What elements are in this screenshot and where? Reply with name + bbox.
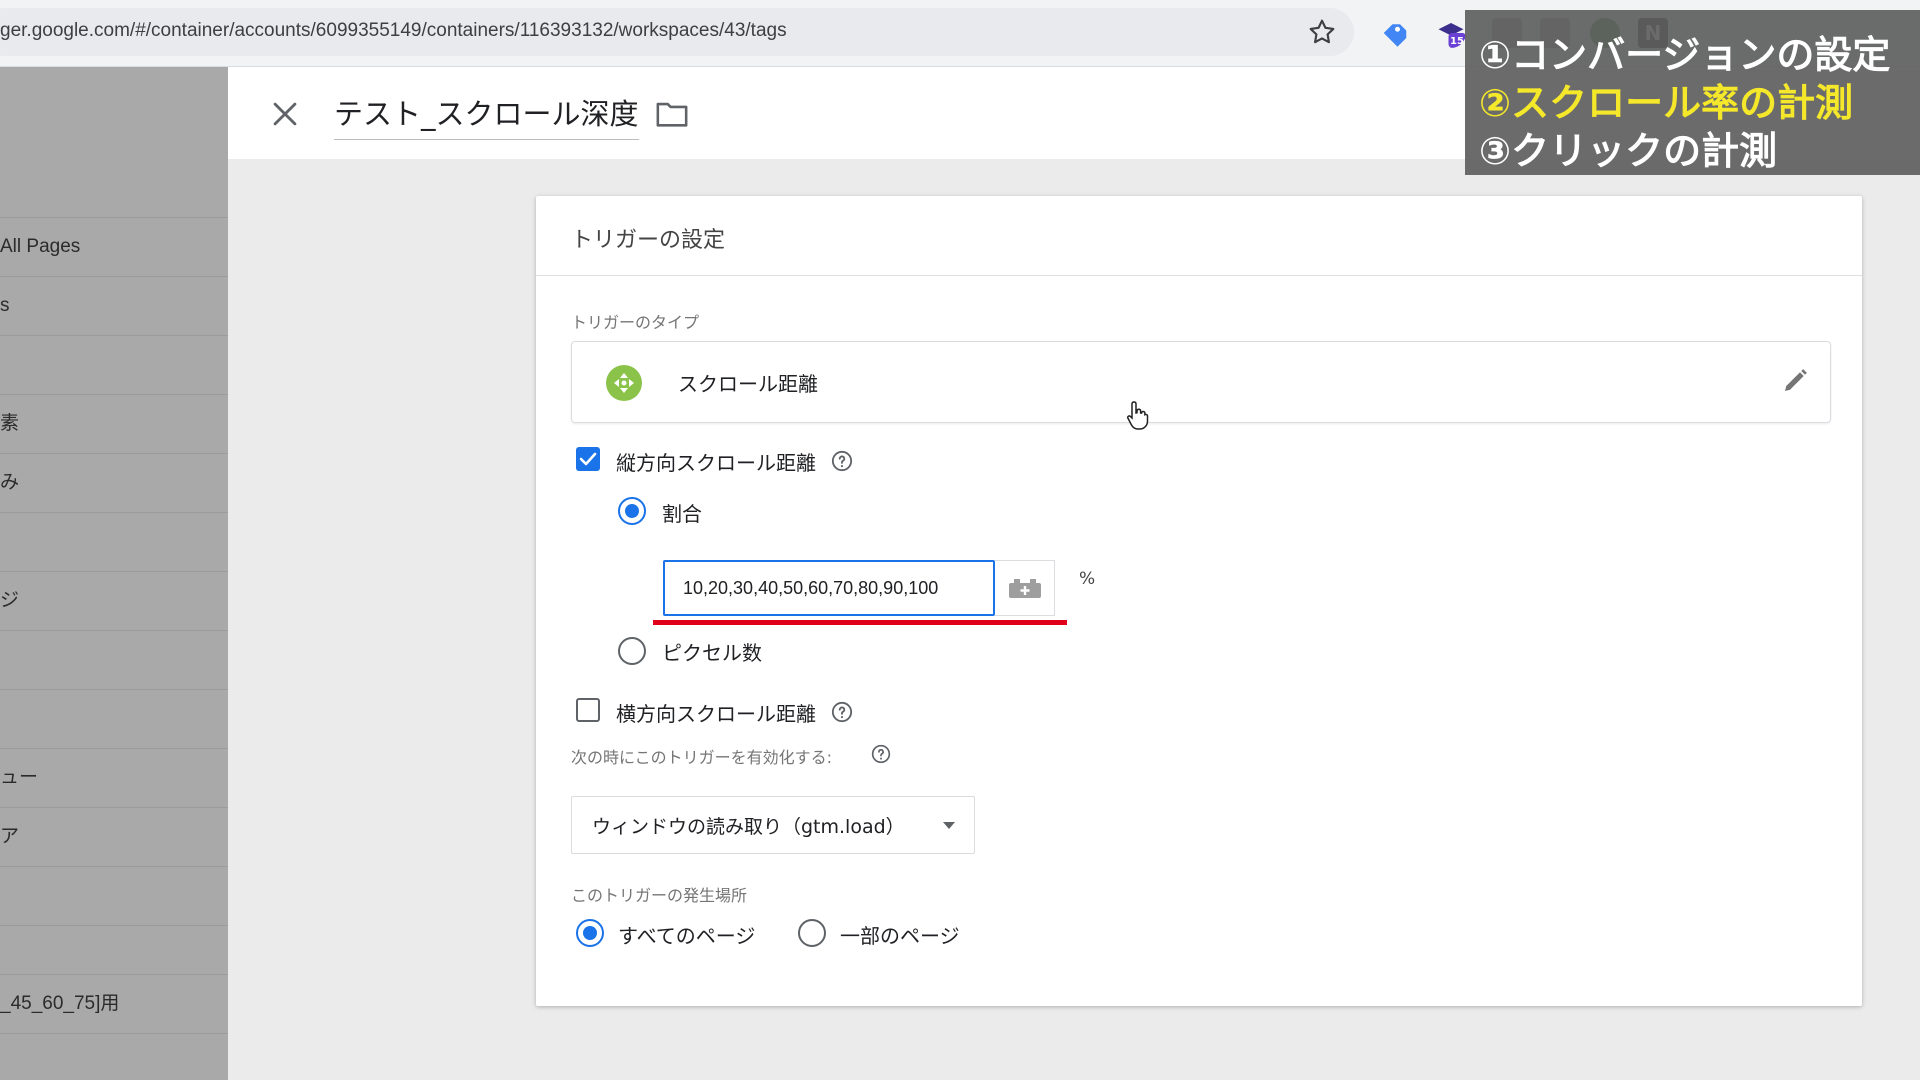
horizontal-scroll-label: 横方向スクロール距離 [616,702,816,726]
close-icon[interactable] [268,97,302,131]
tag-editor: テスト_スクロール深度 トリガーの設定 トリガーのタイプ スクロール距離 縦方向… [228,67,1920,1080]
hand-cursor-icon [1127,401,1149,430]
enable-when-value: ウィンドウの読み取り（gtm.load） [592,816,905,838]
sidebar-item[interactable] [0,159,228,218]
sidebar-item[interactable] [0,690,228,749]
caption-line-2-highlighted: ②スクロール率の計測 [1479,81,1854,125]
vertical-scroll-label: 縦方向スクロール距離 [616,451,816,475]
card-header: トリガーの設定 [536,196,1862,276]
url-text[interactable]: ger.google.com/#/container/accounts/6099… [0,20,787,42]
fires-on-label: このトリガーの発生場所 [571,886,748,905]
vertical-scroll-checkbox[interactable] [576,447,600,471]
tag-assistant-icon[interactable] [1380,18,1410,48]
percentage-label: 割合 [662,502,702,526]
checkmark-icon [579,452,597,466]
trigger-config-card: トリガーの設定 トリガーのタイプ スクロール距離 縦方向スクロール距離 割合 1… [536,196,1862,1006]
dropdown-arrow-icon [943,822,955,829]
horizontal-scroll-checkbox[interactable] [576,698,600,722]
tag-name-input[interactable]: テスト_スクロール深度 [334,91,639,140]
insert-variable-button[interactable] [995,560,1055,616]
sidebar-item[interactable]: s [0,277,228,336]
percentage-radio[interactable] [618,497,646,525]
sidebar-item[interactable]: み [0,454,228,513]
sidebar-item[interactable] [0,336,228,395]
sidebar-item[interactable]: 素 [0,395,228,454]
all-pages-label: すべてのページ [618,924,756,948]
highlight-underline [653,620,1067,625]
enable-when-label: 次の時にこのトリガーを有効化する: [571,748,833,767]
all-pages-radio[interactable] [576,919,604,947]
some-pages-radio[interactable] [798,919,826,947]
sidebar-item[interactable]: _45_60_75]用 [0,974,228,1034]
pixels-radio[interactable] [618,637,646,665]
some-pages-label: 一部のページ [840,924,960,948]
extension-badge: 15 [1450,36,1464,47]
caption-line-1: ①コンバージョンの設定 [1479,33,1891,77]
trigger-type-name: スクロール距離 [678,372,818,396]
pencil-edit-icon[interactable] [1780,366,1810,396]
trigger-type-selector[interactable]: スクロール距離 [571,341,1831,423]
sidebar-item[interactable] [0,513,228,572]
sidebar-item[interactable]: ア [0,808,228,867]
percent-unit: % [1079,569,1096,589]
variable-brick-icon [1009,579,1041,598]
sidebar-item[interactable] [0,631,228,690]
sidebar: All Pages s 素 み ジ ュー ア _45_60_75]用 [0,67,228,1080]
enable-when-select[interactable]: ウィンドウの読み取り（gtm.load） [571,796,975,854]
bookmark-star-icon[interactable] [1306,16,1338,48]
percentages-input[interactable]: 10,20,30,40,50,60,70,80,90,100 [663,560,995,616]
sidebar-item[interactable]: ュー [0,749,228,808]
sidebar-item[interactable] [0,867,228,926]
folder-icon[interactable] [655,99,689,129]
scroll-depth-icon [606,365,642,401]
caption-overlay: ①コンバージョンの設定 ②スクロール率の計測 ③クリックの計測 [1465,10,1920,175]
help-icon[interactable] [831,701,853,723]
sidebar-item[interactable]: ジ [0,572,228,631]
caption-line-3: ③クリックの計測 [1479,129,1778,173]
card-title: トリガーの設定 [571,228,726,253]
sidebar-item[interactable]: All Pages [0,218,228,277]
help-icon[interactable] [831,450,853,472]
help-icon[interactable] [871,744,891,764]
trigger-type-label: トリガーのタイプ [571,313,700,332]
pixels-label: ピクセル数 [662,641,762,665]
